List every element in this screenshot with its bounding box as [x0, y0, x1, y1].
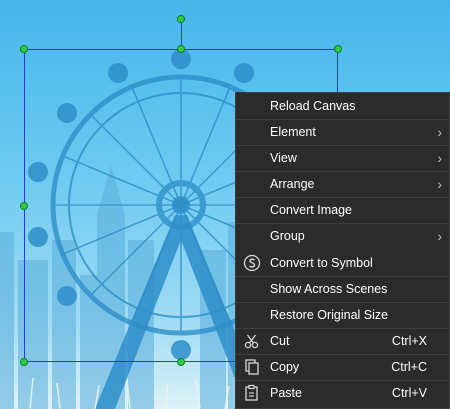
menu-item-label: Convert to Symbol	[270, 256, 373, 270]
menu-item-show-across-scenes[interactable]: Show Across Scenes	[236, 276, 449, 302]
shortcut-text: Ctrl+C	[391, 360, 427, 374]
shortcut-text: Ctrl+V	[391, 386, 427, 400]
menu-item-label: Restore Original Size	[270, 308, 389, 322]
resize-handle-top-right[interactable]	[334, 45, 342, 53]
scissors-icon	[244, 334, 259, 349]
menu-item-label: Arrange	[270, 177, 315, 191]
menu-item-cut[interactable]: Cut Ctrl+X	[236, 328, 449, 354]
paste-icon	[245, 384, 258, 401]
menu-item-copy[interactable]: Copy Ctrl+C	[236, 354, 449, 380]
menu-item-label: Show Across Scenes	[270, 282, 388, 296]
menu-item-label: Cut	[270, 334, 290, 348]
menu-item-label: Paste	[270, 386, 302, 400]
menu-item-convert-to-symbol[interactable]: Convert to Symbol	[236, 250, 449, 276]
menu-item-label: View	[270, 151, 297, 165]
menu-item-arrange[interactable]: Arrange ›	[236, 171, 449, 197]
chevron-right-icon: ›	[437, 228, 442, 244]
menu-item-group[interactable]: Group ›	[236, 223, 449, 249]
symbol-icon	[243, 254, 261, 272]
copy-icon	[245, 359, 259, 375]
menu-item-paste[interactable]: Paste Ctrl+V	[236, 380, 449, 406]
rotate-handle[interactable]	[177, 15, 185, 23]
menu-item-view[interactable]: View ›	[236, 145, 449, 171]
resize-handle-top[interactable]	[177, 45, 185, 53]
menu-item-restore-original-size[interactable]: Restore Original Size	[236, 302, 449, 328]
menu-item-element[interactable]: Element ›	[236, 119, 449, 145]
context-menu: Reload Canvas Element › View › Arrange ›…	[235, 92, 450, 409]
resize-handle-left[interactable]	[20, 202, 28, 210]
menu-item-label: Element	[270, 125, 316, 139]
menu-item-reload-canvas[interactable]: Reload Canvas	[236, 93, 449, 119]
chevron-right-icon: ›	[437, 176, 442, 192]
shortcut-text: Ctrl+X	[391, 334, 427, 348]
resize-handle-bottom-left[interactable]	[20, 358, 28, 366]
menu-item-label: Reload Canvas	[270, 99, 356, 113]
chevron-right-icon: ›	[437, 150, 442, 166]
resize-handle-bottom[interactable]	[177, 358, 185, 366]
resize-handle-top-left[interactable]	[20, 45, 28, 53]
menu-item-convert-image[interactable]: Convert Image	[236, 197, 449, 223]
chevron-right-icon: ›	[437, 124, 442, 140]
menu-item-label: Convert Image	[270, 203, 352, 217]
menu-item-label: Copy	[270, 360, 300, 374]
menu-item-label: Group	[270, 229, 305, 243]
